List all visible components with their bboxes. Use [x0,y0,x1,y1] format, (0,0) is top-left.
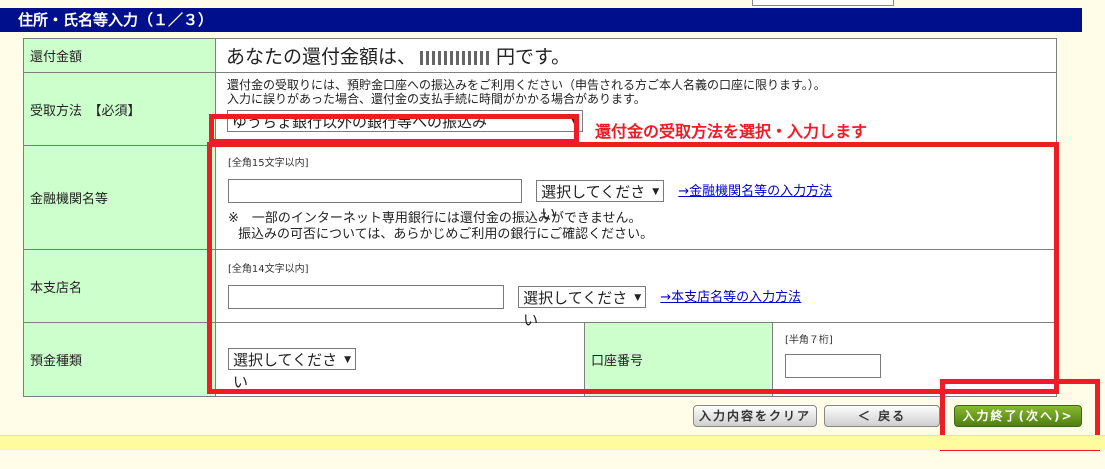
top-box [752,0,894,6]
receive-method-label: 受取方法 【必須】 [23,72,216,146]
bank-name-label: 金融機関名等 [23,145,216,250]
refund-suffix: 円です。 [496,46,571,68]
page-title: 住所・氏名等入力（１／３） [0,8,1082,32]
next-button[interactable]: 入力終了(次へ)> [954,405,1082,427]
bank-details-highlight [207,142,1059,394]
branch-name-label: 本支店名 [23,249,216,323]
refund-amount-value [420,50,493,65]
receive-note-2: 入力に誤りがあった場合、還付金の支払手続に時間がかかる場合があります。 [227,92,646,106]
receive-note-1: 還付金の受取りには、預貯金口座への振込みをご利用ください（申告される方ご本人名義… [227,78,826,92]
receive-method-annotation: 還付金の受取方法を選択・入力します [595,122,868,141]
refund-prefix: あなたの還付金額は、 [226,46,417,68]
deposit-type-label: 預金種類 [23,322,216,397]
bottom-bar [0,435,1105,450]
top-strip [0,0,1105,8]
clear-button[interactable]: 入力内容をクリア [693,405,817,427]
back-button[interactable]: ＜ 戻る [824,405,940,427]
refund-amount: あなたの還付金額は、 円です。 [215,38,1057,73]
receive-method-highlight [209,114,579,144]
refund-label: 還付金額 [23,38,216,73]
